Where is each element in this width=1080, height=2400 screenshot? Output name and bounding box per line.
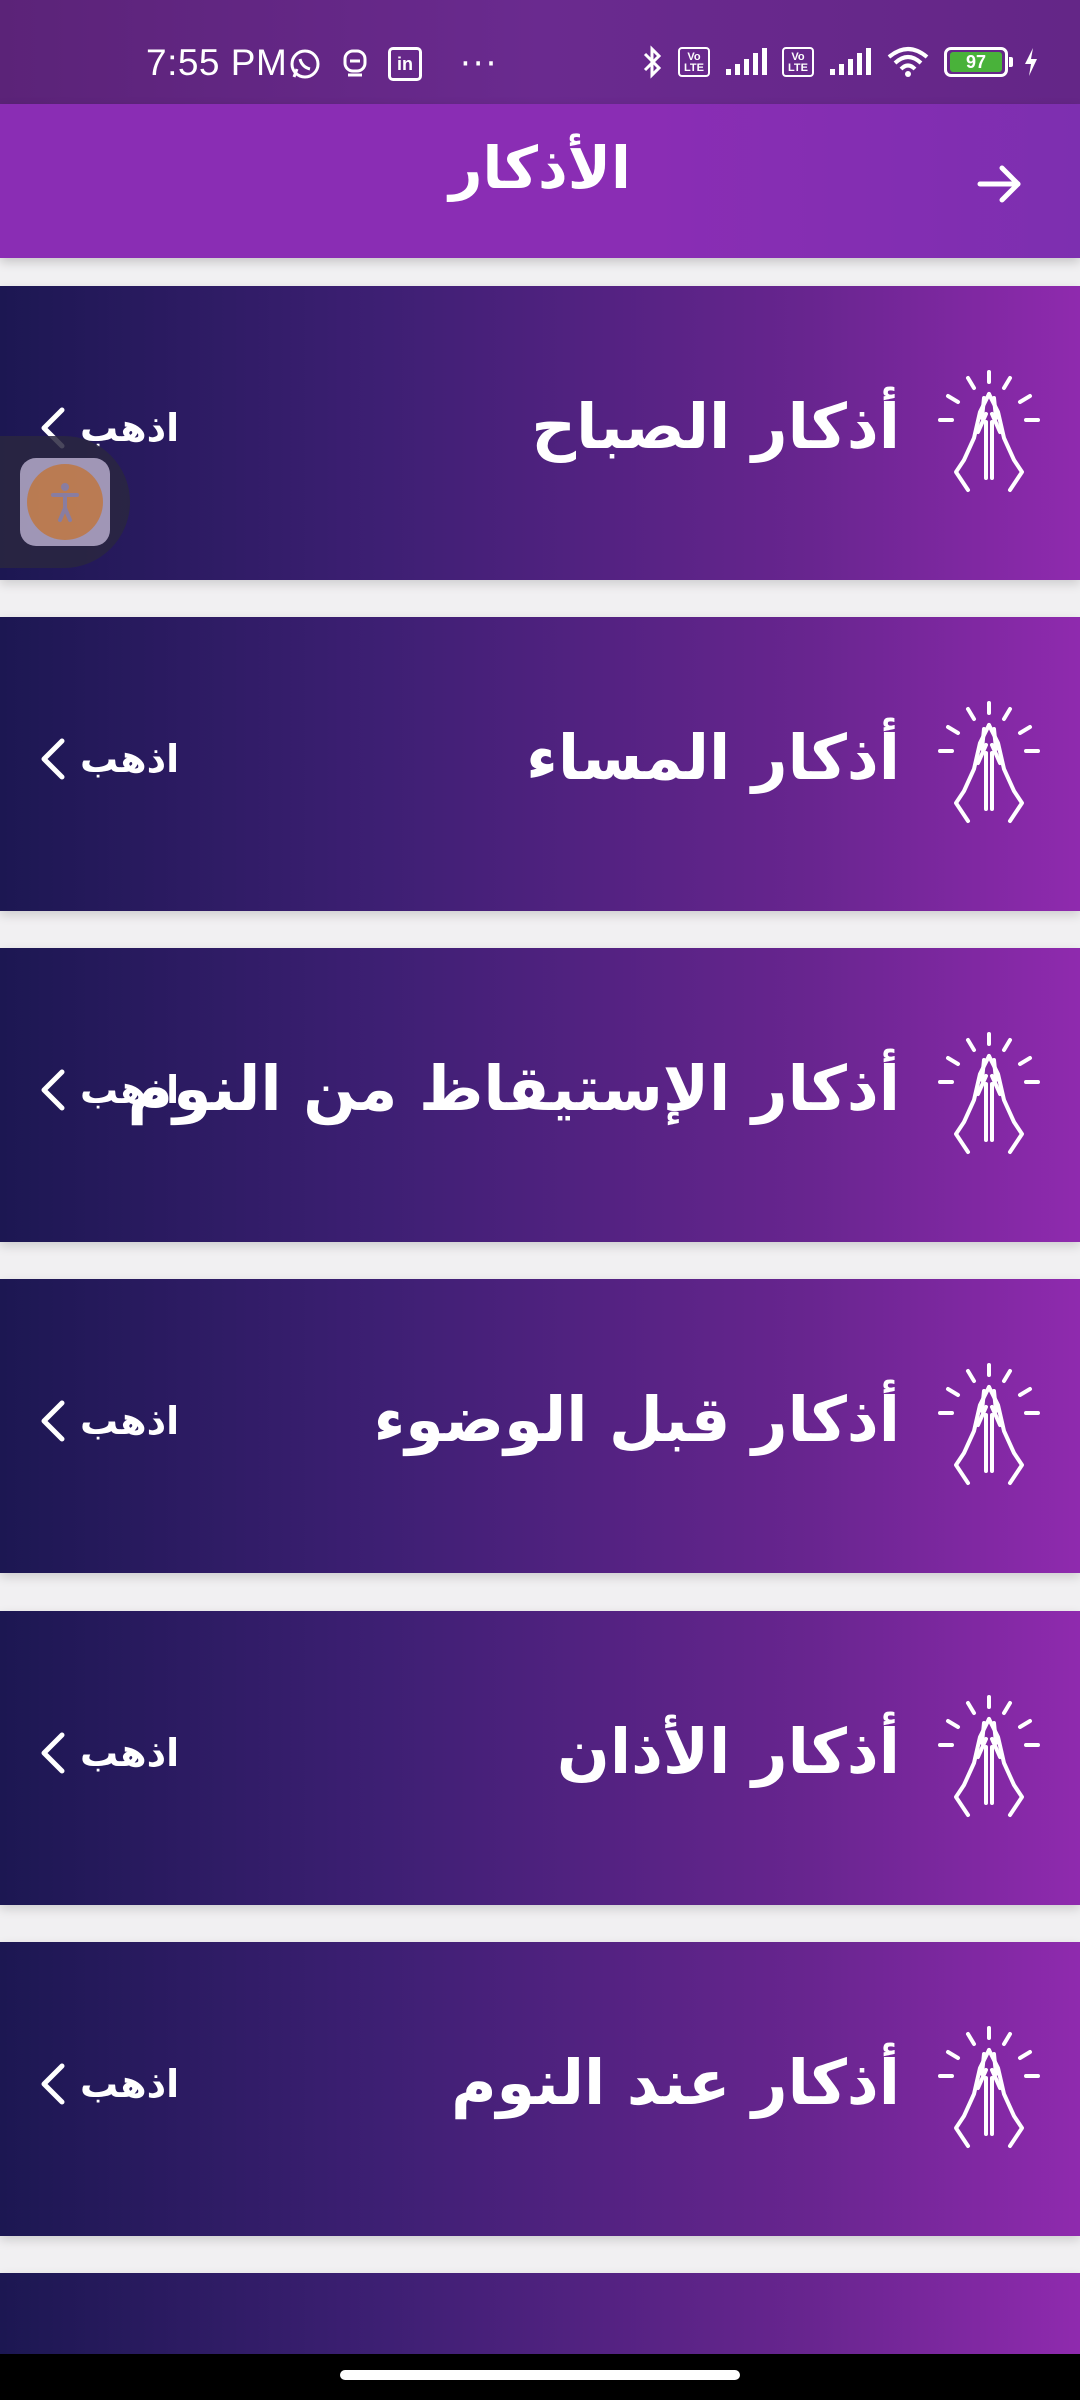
wifi-icon xyxy=(886,46,930,78)
go-label: اذهب xyxy=(80,2062,180,2106)
list-item-title: أذكار عند النوم xyxy=(451,2046,900,2119)
list-item-adhan[interactable]: أذكار الأذان اذهب xyxy=(0,1611,1080,1905)
whatsapp-icon xyxy=(288,47,322,81)
praying-hands-icon xyxy=(938,2026,1040,2148)
praying-hands-icon xyxy=(938,701,1040,823)
go-label: اذهب xyxy=(80,1731,180,1775)
go-button[interactable]: اذهب xyxy=(36,1729,179,1777)
list-item-title: أذكار الإستيقاظ من النوم xyxy=(127,1052,901,1125)
list-item-title: أذكار المساء xyxy=(526,721,900,794)
more-dots-icon: ··· xyxy=(460,44,499,84)
list-item-morning[interactable]: أذكار الصباح اذهب xyxy=(0,286,1080,580)
volte-icon: Vo LTE xyxy=(678,47,710,77)
linkedin-icon: in xyxy=(388,47,422,81)
app-bar: الأذكار xyxy=(0,104,1080,258)
battery-icon: 97 xyxy=(944,47,1013,77)
go-button[interactable]: اذهب xyxy=(36,735,179,783)
accessibility-floating-button[interactable] xyxy=(0,436,130,568)
signal-icon xyxy=(828,47,872,77)
go-label: اذهب xyxy=(80,1068,180,1112)
volte-icon: Vo LTE xyxy=(782,47,814,77)
battery-level: 97 xyxy=(949,52,1003,72)
chevron-left-icon xyxy=(41,1069,65,1111)
list-item-evening[interactable]: أذكار المساء اذهب xyxy=(0,617,1080,911)
status-bar: 7:55 PM in ··· Vo LTE Vo LTE 97 xyxy=(0,0,1080,104)
chevron-left-icon xyxy=(41,738,65,780)
list-item-title: أذكار الصباح xyxy=(531,390,900,463)
back-button[interactable] xyxy=(972,156,1028,212)
list-item-partial[interactable] xyxy=(0,2273,1080,2354)
list-item-sleep[interactable]: أذكار عند النوم اذهب xyxy=(0,1942,1080,2236)
arrow-right-icon xyxy=(977,165,1021,203)
chevron-left-icon xyxy=(41,2063,65,2105)
robot-icon xyxy=(340,47,370,81)
list-item-title: أذكار قبل الوضوء xyxy=(373,1383,900,1456)
accessibility-icon xyxy=(27,464,103,540)
charging-icon xyxy=(1022,46,1040,78)
go-button[interactable]: اذهب xyxy=(36,1397,179,1445)
praying-hands-icon xyxy=(938,1363,1040,1485)
chevron-left-icon xyxy=(41,1732,65,1774)
bluetooth-icon xyxy=(642,44,664,80)
go-label: اذهب xyxy=(80,737,180,781)
status-time: 7:55 PM xyxy=(146,42,288,83)
praying-hands-icon xyxy=(938,1695,1040,1817)
praying-hands-icon xyxy=(938,370,1040,492)
praying-hands-icon xyxy=(938,1032,1040,1154)
accessibility-button-frame xyxy=(20,458,110,546)
go-button[interactable]: اذهب xyxy=(36,2060,179,2108)
list-item-waking[interactable]: أذكار الإستيقاظ من النوم اذهب xyxy=(0,948,1080,1242)
list-item-title: أذكار الأذان xyxy=(556,1715,900,1788)
go-label: اذهب xyxy=(80,1399,180,1443)
chevron-left-icon xyxy=(41,1400,65,1442)
home-gesture-handle[interactable] xyxy=(340,2370,740,2380)
go-button[interactable]: اذهب xyxy=(36,1066,179,1114)
navigation-bar xyxy=(0,2354,1080,2400)
page-title: الأذكار xyxy=(449,134,631,202)
list-item-before-wudu[interactable]: أذكار قبل الوضوء اذهب xyxy=(0,1279,1080,1573)
signal-icon xyxy=(724,47,768,77)
